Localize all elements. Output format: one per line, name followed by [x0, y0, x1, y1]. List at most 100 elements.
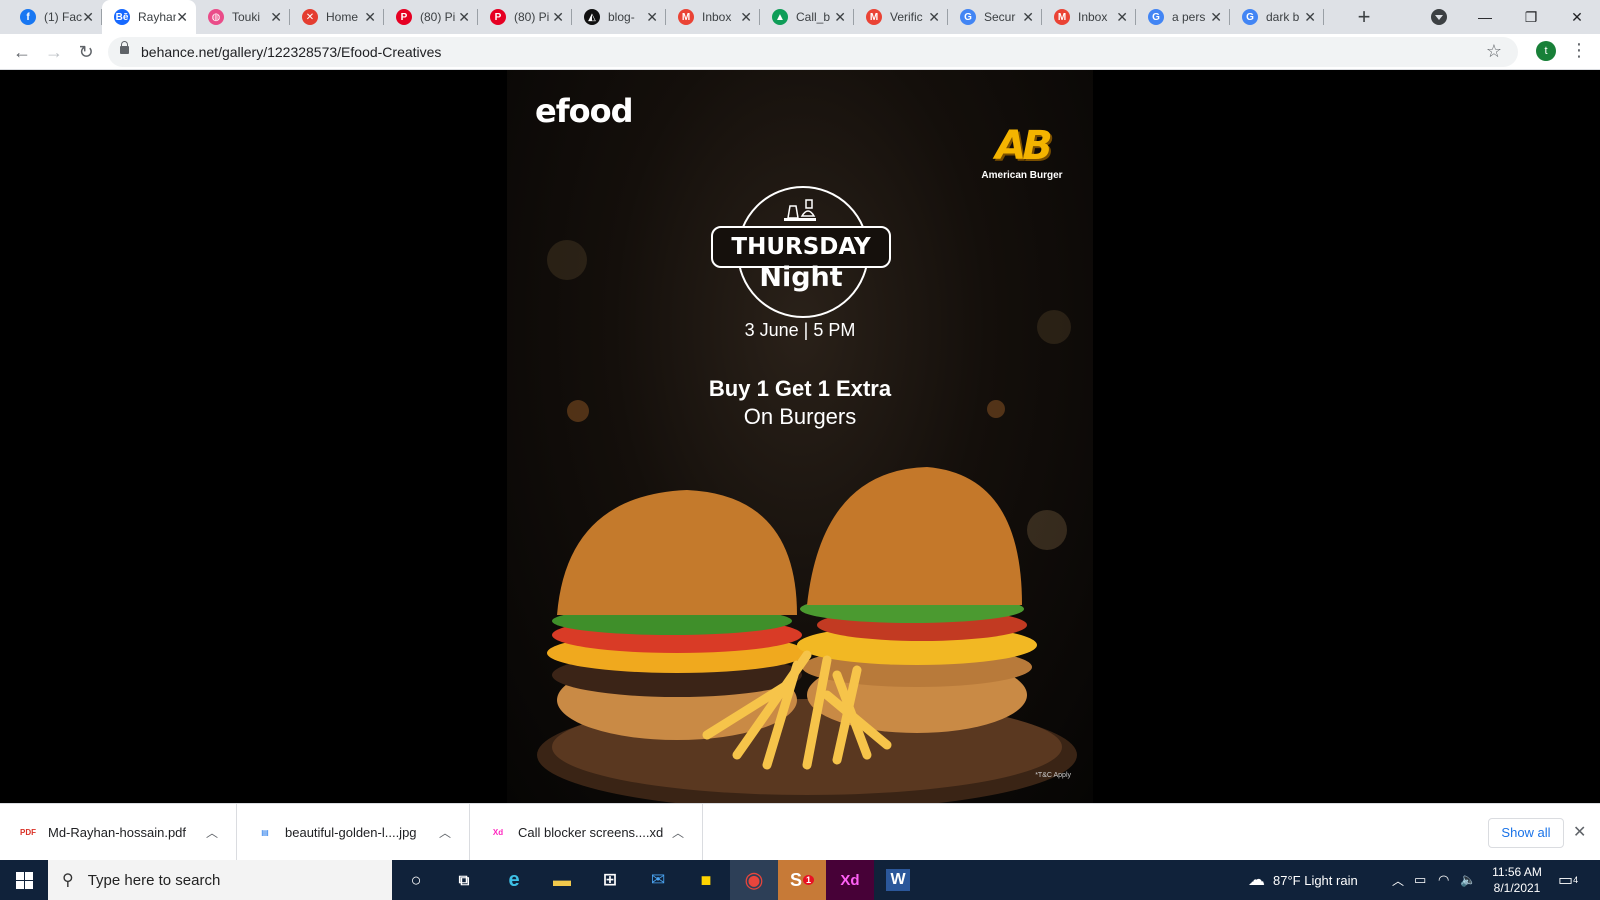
download-item[interactable]: ▤ beautiful-golden-l....jpg ︿ [237, 804, 470, 861]
restore-button[interactable]: ❐ [1508, 0, 1554, 34]
volume-icon[interactable]: 🔈 [1460, 860, 1476, 900]
image-file-icon: ▤ [261, 828, 269, 837]
download-filename: Md-Rayhan-hossain.pdf [48, 825, 187, 840]
ab-logo-mark: AB [995, 123, 1052, 169]
windows-logo-icon [15, 871, 33, 889]
close-tab-icon[interactable]: ✕ [176, 9, 188, 25]
browser-tab[interactable]: f (1) Fac ✕ [8, 0, 102, 34]
close-tab-icon[interactable]: ✕ [1304, 9, 1316, 25]
skype-badge: 1 [803, 875, 815, 885]
close-download-shelf-icon[interactable]: ✕ [1573, 822, 1586, 842]
reload-button[interactable]: ↻ [74, 40, 98, 64]
badge-subtitle: Night [759, 262, 843, 293]
browser-tab[interactable]: ▲ Call_b ✕ [760, 0, 854, 34]
browser-tab[interactable]: Gdark b ✕ [1230, 0, 1324, 34]
tab-strip: f (1) Fac ✕ Bē Rayhan ✕ ◍ Touki ✕ ✕ Home ✕ P (80) Pi ✕… [0, 0, 1600, 34]
tab-title: Inbox [1078, 10, 1108, 24]
file-explorer-icon[interactable]: ▬ [538, 860, 586, 900]
close-tab-icon[interactable]: ✕ [740, 9, 752, 25]
food-tray-icon [784, 199, 816, 221]
close-tab-icon[interactable]: ✕ [458, 9, 470, 25]
tab-list: f (1) Fac ✕ Bē Rayhan ✕ ◍ Touki ✕ ✕ Home ✕ P (80) Pi ✕… [8, 0, 1324, 34]
clock-date: 8/1/2021 [1493, 881, 1541, 895]
close-tab-icon[interactable]: ✕ [834, 9, 846, 25]
browser-tab[interactable]: ✕ Home ✕ [290, 0, 384, 34]
download-options-chevron-icon[interactable]: ︿ [206, 824, 218, 841]
behance-icon: Bē [114, 9, 130, 25]
tab-title: blog- [608, 10, 635, 24]
mail-icon[interactable]: ✉ [634, 860, 682, 900]
browser-menu-icon[interactable]: ⋮ [1570, 40, 1588, 61]
start-button[interactable] [0, 860, 48, 900]
task-view-icon[interactable]: ⧉ [440, 860, 488, 900]
forward-button[interactable]: → [42, 40, 66, 64]
download-item[interactable]: Xd Call blocker screens....xd ︿ [470, 804, 703, 861]
word-icon[interactable]: W [874, 860, 922, 900]
show-hidden-icons[interactable]: ︿ [1392, 860, 1404, 900]
url-text[interactable]: behance.net/gallery/122328573/Efood-Crea… [141, 44, 441, 60]
download-filename: Call blocker screens....xd [518, 825, 664, 840]
skype-icon[interactable]: S1 [778, 860, 826, 900]
browser-tab[interactable]: ◍ Touki ✕ [196, 0, 290, 34]
download-options-chevron-icon[interactable]: ︿ [439, 824, 451, 841]
close-tab-icon[interactable]: ✕ [646, 9, 658, 25]
offer-subline: On Burgers [743, 404, 857, 429]
edge-icon[interactable]: e [490, 860, 538, 900]
browser-tab[interactable]: P (80) Pi ✕ [478, 0, 572, 34]
browser-tab[interactable]: ◭ blog- ✕ [572, 0, 666, 34]
adobe-xd-icon[interactable]: Xd [826, 860, 874, 900]
wifi-icon[interactable]: ◠ [1438, 860, 1449, 900]
tab-title: Verific [890, 10, 923, 24]
system-clock[interactable]: 11:56 AM 8/1/2021 [1482, 864, 1552, 896]
battery-icon[interactable]: ▭ [1414, 860, 1426, 900]
action-center-icon[interactable]: ▭ 4 [1558, 860, 1578, 900]
close-tab-icon[interactable]: ✕ [1022, 9, 1034, 25]
taskbar-search-box[interactable]: ⚲ Type here to search [48, 860, 392, 900]
profile-avatar[interactable]: t [1536, 41, 1556, 61]
bookmark-star-icon[interactable]: ☆ [1486, 41, 1502, 62]
close-window-button[interactable]: ✕ [1554, 0, 1600, 34]
google-icon: G [1148, 9, 1164, 25]
tab-title: (80) Pi [514, 10, 550, 24]
search-icon: ⚲ [62, 872, 74, 889]
back-button[interactable]: ← [10, 40, 34, 64]
tab-title: Inbox [702, 10, 732, 24]
close-tab-icon[interactable]: ✕ [552, 9, 564, 25]
close-tab-icon[interactable]: ✕ [364, 9, 376, 25]
download-shelf: PDF Md-Rayhan-hossain.pdf ︿ ▤ beautiful-gold… [0, 803, 1600, 861]
close-tab-icon[interactable]: ✕ [1210, 9, 1222, 25]
browser-tab[interactable]: M Inbox ✕ [1042, 0, 1136, 34]
pdf-file-icon: PDF [20, 828, 36, 837]
browser-tab[interactable]: Bē Rayhan ✕ [102, 0, 196, 34]
cortana-icon[interactable]: ○ [392, 860, 440, 900]
sticky-notes-icon[interactable]: ■ [682, 860, 730, 900]
minimize-button[interactable]: — [1462, 0, 1508, 34]
tab-title: dark b [1266, 10, 1300, 24]
new-tab-button[interactable]: + [1352, 5, 1376, 29]
offer-headline: Buy 1 Get 1 Extra [708, 376, 892, 401]
browser-tab[interactable]: M Verific ✕ [854, 0, 948, 34]
xd-file-icon: Xd [492, 828, 504, 837]
browser-tab[interactable]: M Inbox ✕ [666, 0, 760, 34]
address-bar[interactable]: behance.net/gallery/122328573/Efood-Crea… [108, 37, 1518, 67]
close-tab-icon[interactable]: ✕ [928, 9, 940, 25]
browser-tab[interactable]: P (80) Pi ✕ [384, 0, 478, 34]
download-item[interactable]: PDF Md-Rayhan-hossain.pdf ︿ [0, 804, 237, 861]
page-viewport: efood AB American Burger THURSDAY Night … [0, 70, 1600, 803]
efood-logo: efood [535, 92, 633, 130]
show-all-downloads-button[interactable]: Show all [1488, 818, 1564, 848]
browser-tab[interactable]: Ga pers ✕ [1136, 0, 1230, 34]
close-tab-icon[interactable]: ✕ [270, 9, 282, 25]
download-options-chevron-icon[interactable]: ︿ [672, 824, 684, 841]
store-icon[interactable]: ⊞ [586, 860, 634, 900]
weather-widget[interactable]: ☁ 87°F Light rain [1248, 860, 1358, 900]
google-drive-icon: ▲ [772, 9, 788, 25]
close-tab-icon[interactable]: ✕ [82, 9, 94, 25]
chrome-icon[interactable]: ◉ [730, 860, 778, 900]
close-tab-icon[interactable]: ✕ [1116, 9, 1128, 25]
blog-icon: ◭ [584, 9, 600, 25]
lock-icon[interactable] [120, 41, 129, 54]
partner-name: American Burger [981, 170, 1063, 181]
browser-tab[interactable]: G Secur ✕ [948, 0, 1042, 34]
tab-search-icon[interactable] [1431, 9, 1447, 25]
